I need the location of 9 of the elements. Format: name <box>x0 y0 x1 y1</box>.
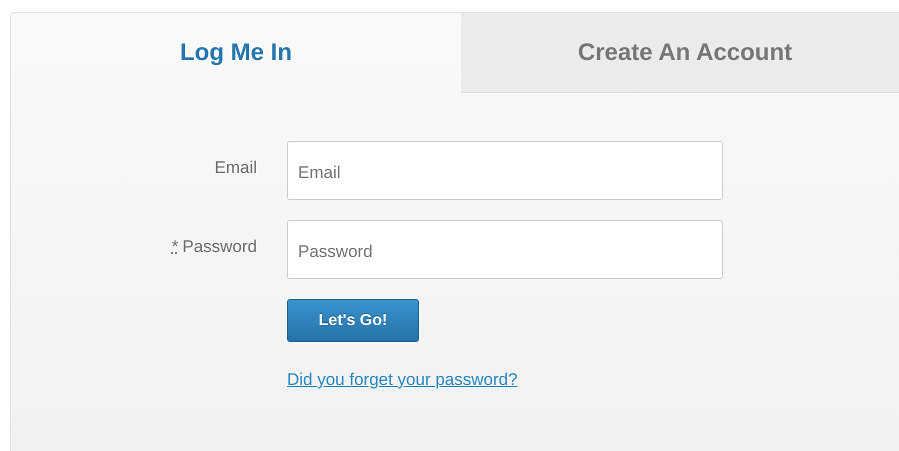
submit-button[interactable]: Let's Go! <box>287 299 419 342</box>
tab[interactable]: Log Me In <box>11 13 461 93</box>
input-field[interactable]: Email <box>287 141 723 200</box>
required-mark: * <box>172 236 178 256</box>
field-label: Password <box>182 236 257 256</box>
forgot-password-link[interactable]: Did you forget your password? <box>287 370 518 390</box>
field-label: Email <box>214 158 257 176</box>
input-field[interactable]: Password <box>287 220 723 279</box>
tab[interactable]: Create An Account <box>461 13 899 93</box>
